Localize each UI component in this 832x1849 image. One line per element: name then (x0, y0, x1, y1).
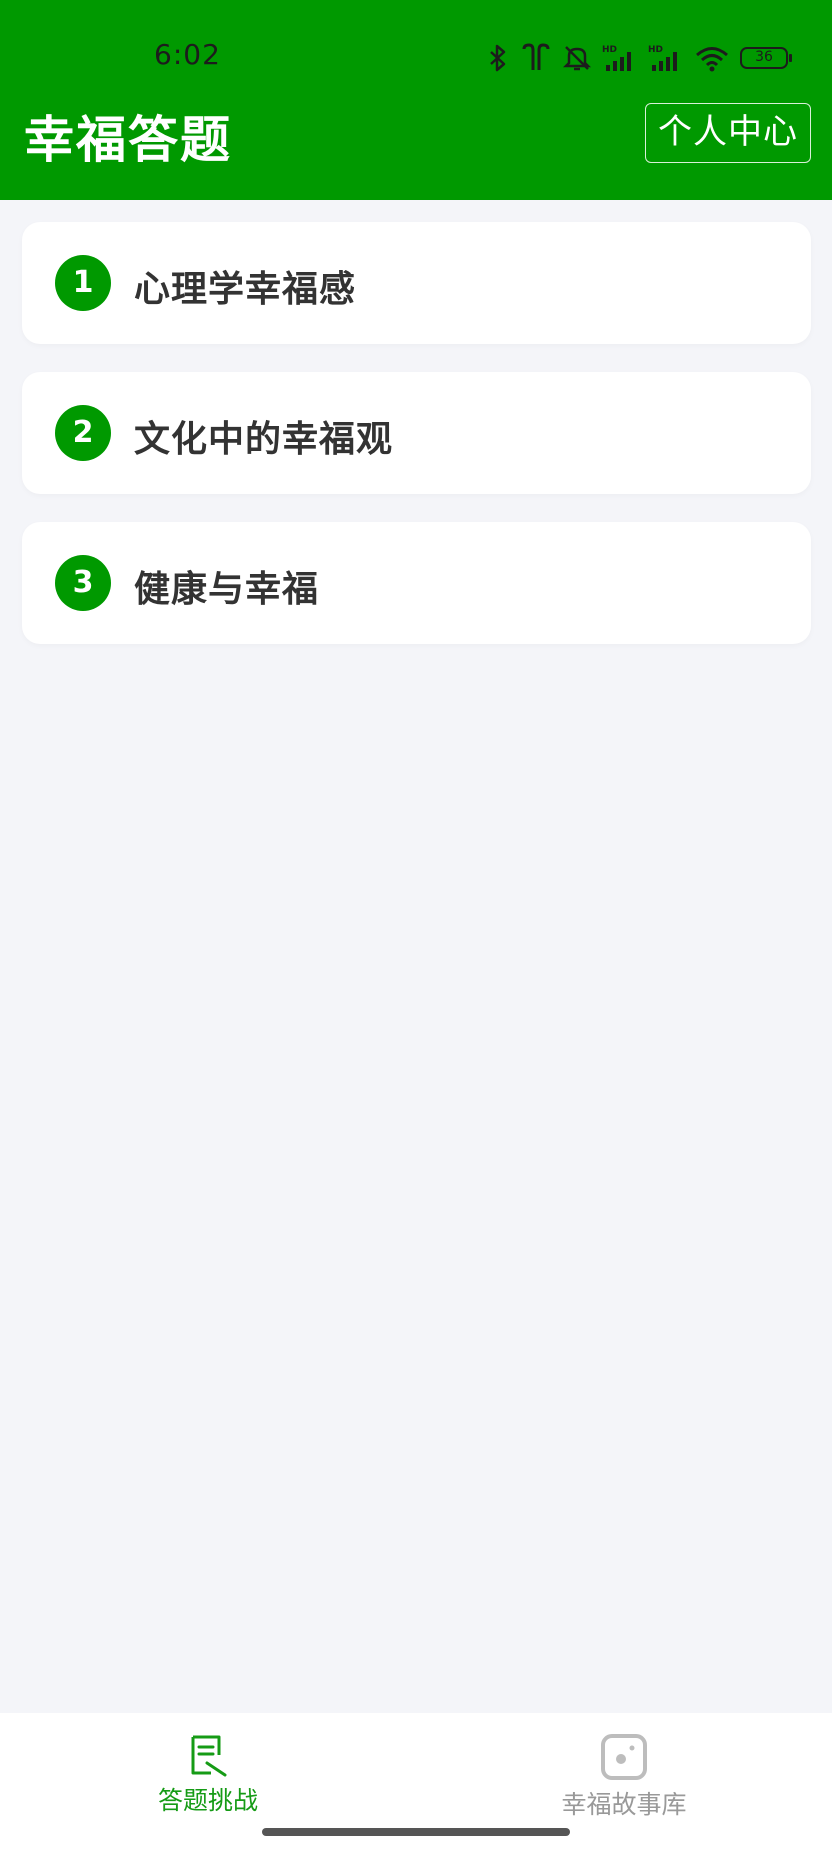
topic-number-badge: 2 (55, 405, 111, 461)
mute-icon (562, 46, 592, 71)
status-time: 6:02 (154, 38, 221, 71)
story-library-icon (601, 1734, 647, 1780)
tab-quiz-challenge[interactable]: 答题挑战 (58, 1723, 358, 1823)
tab-happiness-stories[interactable]: 幸福故事库 (474, 1723, 774, 1823)
topic-title: 健康与幸福 (134, 569, 320, 610)
tab-label: 答题挑战 (157, 1786, 258, 1815)
topic-card[interactable]: 2 文化中的幸福观 (22, 372, 811, 494)
topic-card[interactable]: 1 心理学幸福感 (22, 222, 811, 344)
signal-hd-icon: HD (602, 45, 631, 71)
earbuds-icon (522, 43, 550, 70)
profile-center-button[interactable]: 个人中心 (645, 103, 811, 163)
topic-number-badge: 3 (55, 555, 111, 611)
bluetooth-icon (490, 44, 506, 72)
signal-hd-icon: HD (648, 45, 677, 71)
svg-text:HD: HD (602, 45, 617, 55)
app-header: 6:02 HD HD 36 幸福答题 个人中心 (0, 0, 832, 200)
topic-title: 心理学幸福感 (134, 269, 357, 310)
wifi-icon (696, 47, 728, 72)
svg-text:HD: HD (648, 45, 663, 55)
page-title: 幸福答题 (24, 111, 232, 169)
battery-icon: 36 (740, 47, 792, 69)
topic-title: 文化中的幸福观 (134, 419, 394, 460)
topic-list: 1 心理学幸福感 2 文化中的幸福观 3 健康与幸福 (22, 222, 811, 672)
status-icons: HD HD 36 (486, 40, 792, 76)
home-indicator[interactable] (262, 1828, 570, 1836)
topic-number-badge: 1 (55, 255, 111, 311)
tab-label: 幸福故事库 (561, 1790, 687, 1819)
battery-level: 36 (755, 49, 773, 65)
quiz-icon (191, 1735, 227, 1777)
topic-card[interactable]: 3 健康与幸福 (22, 522, 811, 644)
status-bar: 6:02 HD HD 36 (0, 0, 832, 72)
